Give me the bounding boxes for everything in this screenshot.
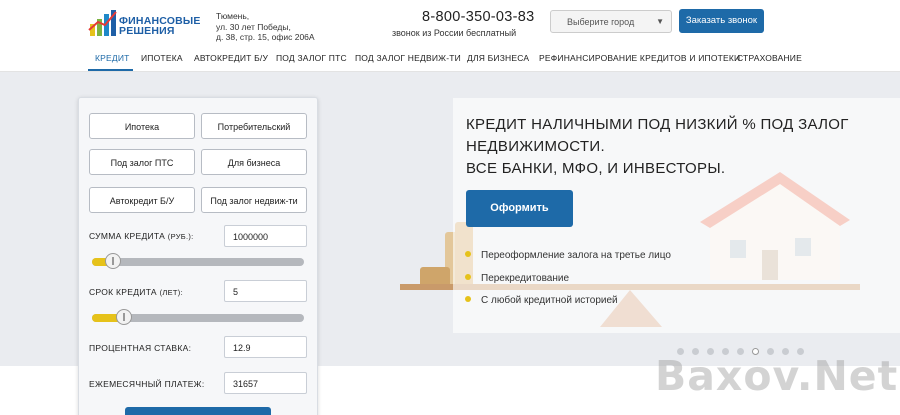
caret-down-icon: ▼ (656, 17, 664, 26)
rate-input[interactable]: 12.9 (224, 336, 307, 358)
type-pts-button[interactable]: Под залог ПТС (89, 149, 195, 175)
type-business-button[interactable]: Для бизнеса (201, 149, 307, 175)
term-input[interactable]: 5 (224, 280, 307, 302)
office-address: Тюмень, ул. 30 лет Победы, д. 38, стр. 1… (216, 11, 336, 43)
nav-item-pts-loan[interactable]: ПОД ЗАЛОГ ПТС (276, 53, 347, 63)
amount-input[interactable]: 1000000 (224, 225, 307, 247)
city-select-value: Выберите город (567, 17, 635, 27)
benefit-item: Переоформление залога на третье лицо (465, 250, 671, 261)
calculator-submit-button[interactable] (125, 407, 271, 415)
address-line-3: д. 38, стр. 15, офис 206А (216, 32, 315, 42)
amount-label: СУММА КРЕДИТА (РУБ.): (89, 231, 194, 241)
nav-item-credit[interactable]: КРЕДИТ (95, 53, 130, 63)
city-select[interactable]: Выберите город ▼ (550, 10, 672, 33)
nav-item-insurance[interactable]: СТРАХОВАНИЕ (737, 53, 802, 63)
site-header: ФИНАНСОВЫЕ РЕШЕНИЯ Тюмень, ул. 30 лет По… (0, 0, 900, 44)
promo-title-line-2: НЕДВИЖИМОСТИ. (466, 138, 605, 155)
benefit-text: Переоформление залога на третье лицо (481, 250, 671, 261)
nav-item-used-car-loan[interactable]: АВТОКРЕДИТ Б/У (194, 53, 268, 63)
benefit-item: С любой кредитной историей (465, 295, 618, 306)
nav-item-refinancing[interactable]: РЕФИНАНСИРОВАНИЕ КРЕДИТОВ И ИПОТЕКИ (539, 53, 740, 63)
phone-note: звонок из России бесплатный (392, 28, 517, 38)
logo-chart-icon (88, 10, 117, 36)
promo-title-line-1: КРЕДИТ НАЛИЧНЫМИ ПОД НИЗКИЙ % ПОД ЗАЛОГ (466, 116, 849, 133)
nav-item-business[interactable]: ДЛЯ БИЗНЕСА (467, 53, 529, 63)
term-label: СРОК КРЕДИТА (ЛЕТ): (89, 287, 183, 297)
amount-unit: (РУБ.): (167, 232, 194, 241)
logo-line-2: РЕШЕНИЯ (119, 25, 175, 37)
term-unit: (ЛЕТ): (159, 288, 183, 297)
promo-title-line-3: ВСЕ БАНКИ, МФО, И ИНВЕСТОРЫ. (466, 160, 726, 177)
term-slider-thumb[interactable] (116, 309, 132, 325)
loan-calculator: Ипотека Потребительский Под залог ПТС Дл… (78, 97, 318, 415)
watermark: Baxov.Net (655, 352, 899, 400)
bullet-dot-icon (465, 296, 471, 302)
nav-item-realty-loan[interactable]: ПОД ЗАЛОГ НЕДВИЖ-ТИ (355, 53, 461, 63)
term-label-text: СРОК КРЕДИТА (89, 287, 157, 297)
benefit-item: Перекредитование (465, 273, 569, 284)
address-line-1: Тюмень, (216, 11, 250, 21)
amount-slider[interactable] (92, 253, 304, 269)
address-line-2: ул. 30 лет Победы, (216, 21, 291, 32)
order-call-button[interactable]: Заказать звонок (679, 9, 764, 33)
bullet-dot-icon (465, 274, 471, 280)
logo[interactable]: ФИНАНСОВЫЕ РЕШЕНИЯ (88, 6, 200, 40)
type-consumer-button[interactable]: Потребительский (201, 113, 307, 139)
type-used-car-button[interactable]: Автокредит Б/У (89, 187, 195, 213)
nav-active-underline (88, 69, 133, 71)
payment-output: 31657 (224, 372, 307, 394)
amount-slider-thumb[interactable] (105, 253, 121, 269)
benefit-text: С любой кредитной историей (481, 295, 618, 306)
nav-item-mortgage[interactable]: ИПОТЕКА (141, 53, 183, 63)
logo-text: ФИНАНСОВЫЕ РЕШЕНИЯ (119, 16, 201, 37)
phone-number[interactable]: 8-800-350-03-83 (422, 9, 535, 25)
apply-button[interactable]: Оформить (466, 190, 573, 227)
promo-title: КРЕДИТ НАЛИЧНЫМИ ПОД НИЗКИЙ % ПОД ЗАЛОГ … (466, 114, 886, 180)
term-slider[interactable] (92, 309, 304, 325)
type-realty-button[interactable]: Под залог недвиж-ти (201, 187, 307, 213)
benefit-text: Перекредитование (481, 273, 570, 284)
payment-label: ЕЖЕМЕСЯЧНЫЙ ПЛАТЕЖ: (89, 379, 205, 389)
rate-label: ПРОЦЕНТНАЯ СТАВКА: (89, 343, 192, 353)
bullet-dot-icon (465, 251, 471, 257)
main-nav: КРЕДИТ ИПОТЕКА АВТОКРЕДИТ Б/У ПОД ЗАЛОГ … (0, 44, 900, 72)
promo-card: КРЕДИТ НАЛИЧНЫМИ ПОД НИЗКИЙ % ПОД ЗАЛОГ … (453, 98, 900, 333)
amount-label-text: СУММА КРЕДИТА (89, 231, 166, 241)
type-mortgage-button[interactable]: Ипотека (89, 113, 195, 139)
